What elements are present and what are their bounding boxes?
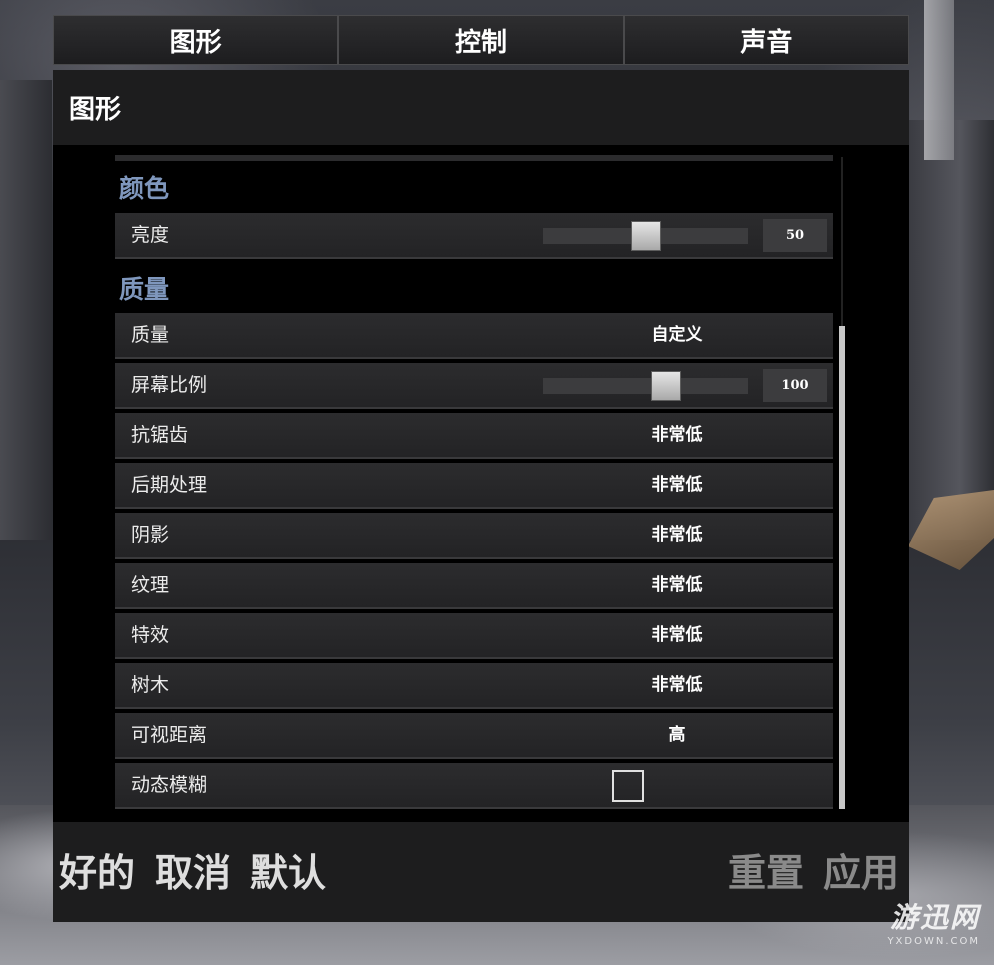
scroll-rail — [841, 157, 843, 327]
screen-scale-slider[interactable] — [543, 371, 748, 401]
setting-label: 特效 — [131, 624, 170, 646]
setting-label: 阴影 — [131, 524, 170, 546]
shadows-selector[interactable]: 非常低 — [635, 513, 719, 557]
setting-label: 质量 — [131, 324, 170, 346]
setting-label: 后期处理 — [131, 474, 208, 496]
setting-row-screen-scale: 屏幕比例 100 — [115, 363, 833, 409]
setting-row-effects: 特效 非常低 — [115, 613, 833, 659]
setting-label: 可视距离 — [131, 724, 208, 746]
background-pillar — [924, 0, 954, 160]
brightness-slider-thumb[interactable] — [630, 221, 661, 251]
effects-selector[interactable]: 非常低 — [635, 613, 719, 657]
setting-row-view-distance: 可视距离 高 — [115, 713, 833, 759]
setting-label: 树木 — [131, 674, 170, 696]
section-title-quality: 质量 — [119, 275, 170, 304]
screen-scale-value[interactable]: 100 — [763, 369, 827, 402]
anti-aliasing-selector[interactable]: 非常低 — [635, 413, 719, 457]
watermark-main: 游迅网 — [889, 901, 980, 934]
brightness-slider[interactable] — [543, 221, 748, 251]
textures-selector[interactable]: 非常低 — [635, 563, 719, 607]
cancel-button[interactable]: 取消 — [155, 842, 231, 897]
setting-row-anti-aliasing: 抗锯齿 非常低 — [115, 413, 833, 459]
setting-row-shadows: 阴影 非常低 — [115, 513, 833, 559]
setting-label: 抗锯齿 — [131, 424, 189, 446]
setting-row-quality: 质量 自定义 — [115, 313, 833, 359]
setting-row-brightness: 亮度 50 — [115, 213, 833, 259]
setting-label: 纹理 — [131, 574, 170, 596]
list-top-divider — [115, 155, 833, 161]
post-processing-selector[interactable]: 非常低 — [635, 463, 719, 507]
watermark-sub: YXDOWN.COM — [887, 936, 980, 947]
brightness-value[interactable]: 50 — [763, 219, 827, 252]
setting-row-motion-blur: 动态模糊 — [115, 763, 833, 809]
quality-selector[interactable]: 自定义 — [635, 313, 719, 357]
tab-sound[interactable]: 声音 — [623, 15, 909, 65]
setting-label: 动态模糊 — [131, 774, 208, 796]
section-header: 图形 — [53, 70, 909, 145]
view-distance-selector[interactable]: 高 — [635, 713, 719, 757]
scrollbar[interactable] — [839, 326, 845, 809]
page-title: 图形 — [69, 95, 122, 125]
tab-graphics[interactable]: 图形 — [53, 15, 339, 65]
tab-bar: 图形 控制 声音 — [53, 15, 909, 65]
setting-label: 亮度 — [131, 224, 170, 246]
ok-button[interactable]: 好的 — [59, 842, 135, 897]
motion-blur-checkbox[interactable] — [612, 770, 644, 802]
apply-button[interactable]: 应用 — [823, 842, 899, 897]
settings-list: 颜色 亮度 50 质量 质量 自定义 屏幕比例 100 抗锯齿 非常低 后期处理 — [53, 145, 909, 822]
section-title-color: 颜色 — [119, 174, 170, 203]
foliage-selector[interactable]: 非常低 — [635, 663, 719, 707]
setting-label: 屏幕比例 — [131, 374, 208, 396]
settings-panel: 图形 控制 声音 图形 颜色 亮度 50 质量 质量 自定义 屏幕比例 100 — [53, 15, 909, 922]
default-button[interactable]: 默认 — [250, 842, 326, 897]
setting-row-foliage: 树木 非常低 — [115, 663, 833, 709]
footer-bar: 好的 取消 默认 重置 应用 — [53, 822, 909, 922]
reset-button[interactable]: 重置 — [728, 842, 804, 897]
watermark-logo: 游迅网 YXDOWN.COM — [887, 896, 980, 947]
background-arch-left — [0, 80, 52, 540]
tab-controls[interactable]: 控制 — [338, 15, 624, 65]
background-arch-right — [908, 120, 994, 540]
setting-row-post-processing: 后期处理 非常低 — [115, 463, 833, 509]
setting-row-textures: 纹理 非常低 — [115, 563, 833, 609]
screen-scale-slider-thumb[interactable] — [651, 371, 681, 401]
